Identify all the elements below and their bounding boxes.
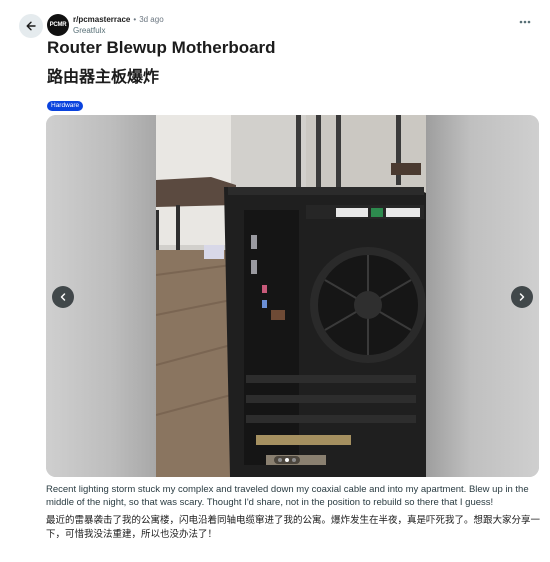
meta-separator: • bbox=[133, 15, 137, 24]
carousel-dot[interactable] bbox=[278, 458, 282, 462]
carousel-dot[interactable] bbox=[292, 458, 296, 462]
image-carousel[interactable] bbox=[46, 115, 539, 477]
avatar-text: PCMR bbox=[49, 22, 67, 28]
carousel-next-button[interactable] bbox=[511, 286, 533, 308]
chevron-left-icon bbox=[60, 293, 66, 301]
post-image bbox=[156, 115, 426, 477]
subreddit-avatar[interactable]: PCMR bbox=[47, 14, 69, 36]
carousel-prev-button[interactable] bbox=[52, 286, 74, 308]
arrow-left-icon bbox=[26, 21, 36, 31]
carousel-pagination bbox=[274, 456, 300, 464]
flair-badge[interactable]: Hardware bbox=[47, 101, 84, 111]
chevron-right-icon bbox=[519, 293, 525, 301]
back-button[interactable] bbox=[19, 14, 43, 38]
more-horizontal-icon bbox=[519, 20, 531, 24]
subreddit-link[interactable]: r/pcmasterrace bbox=[73, 15, 130, 24]
post-body-translation: 最近的雷暴袭击了我的公寓楼，闪电沿着同轴电缆窜进了我的公寓。爆炸发生在半夜，真是… bbox=[46, 515, 541, 540]
post-time: 3d ago bbox=[139, 15, 164, 24]
more-options-button[interactable] bbox=[516, 14, 534, 30]
post-body: Recent lighting storm stuck my complex a… bbox=[46, 484, 529, 508]
post-meta: r/pcmasterrace • 3d ago bbox=[73, 15, 164, 24]
carousel-dot[interactable] bbox=[285, 458, 289, 462]
post-title: Router Blewup Motherboard bbox=[47, 38, 276, 57]
author-link[interactable]: Greatfulx bbox=[73, 26, 105, 35]
post-title-translation: 路由器主板爆炸 bbox=[47, 67, 160, 86]
